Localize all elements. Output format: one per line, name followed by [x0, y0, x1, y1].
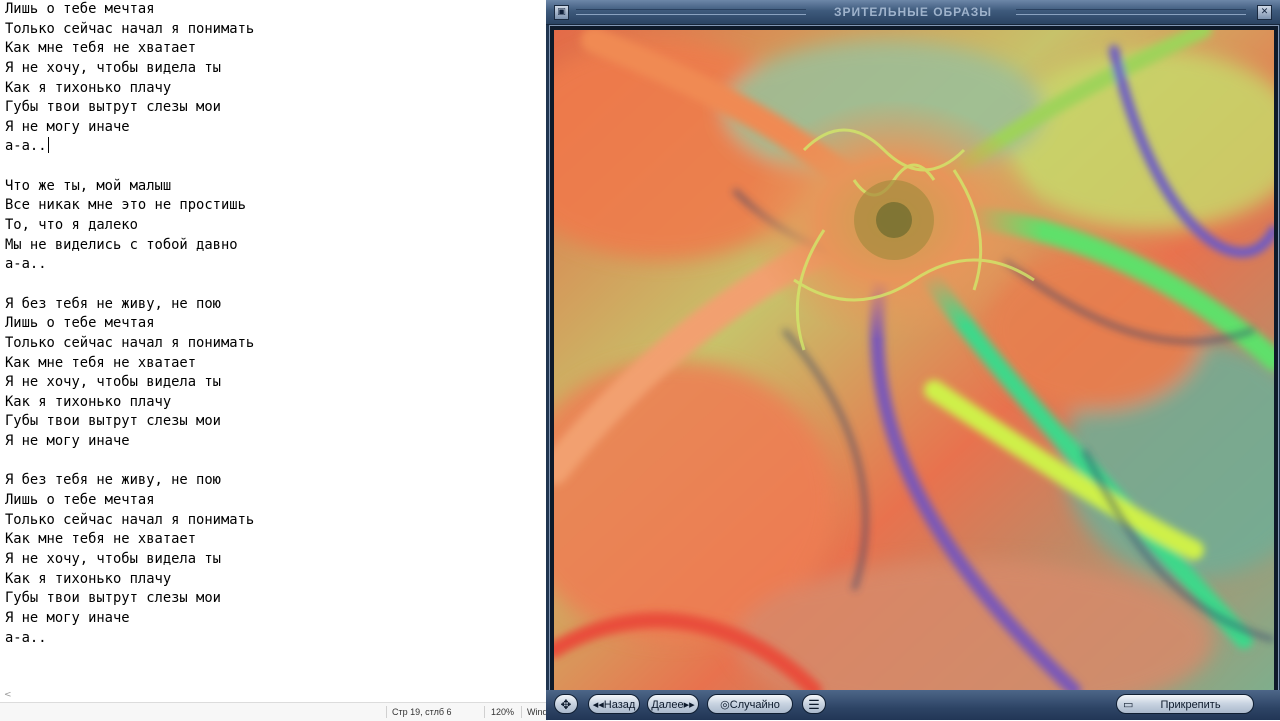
text-caret [47, 137, 49, 154]
line-ending: Wind [527, 707, 548, 717]
cursor-position: Стр 19, стлб 6 [392, 707, 452, 717]
text-line: Губы твои вытрут слезы мои [5, 99, 221, 116]
text-line: Мы не виделись с тобой давно [5, 236, 238, 253]
visualization-canvas[interactable] [554, 30, 1274, 690]
text-line [5, 275, 545, 295]
text-line: а-а.. [5, 256, 47, 273]
next-button[interactable]: Далее▸▸ [647, 694, 699, 714]
visualization-frame [549, 25, 1279, 695]
text-line: Что же ты, мой малыш [5, 177, 172, 194]
horizontal-scrollbar[interactable]: < [0, 690, 548, 700]
pin-button[interactable]: ▭ Прикрепить [1116, 694, 1254, 714]
text-line: Я не могу иначе [5, 118, 130, 135]
visualization-image [554, 30, 1274, 690]
text-line: Только сейчас начал я понимать [5, 511, 255, 528]
text-line: а-а.. [5, 629, 47, 646]
back-button[interactable]: ◂◂Назад [588, 694, 640, 714]
text-line: Губы твои вытрут слезы мои [5, 590, 221, 607]
title-bar[interactable]: ▣ ЗРИТЕЛЬНЫЕ ОБРАЗЫ ✕ [546, 0, 1280, 25]
scroll-left-icon[interactable]: < [4, 690, 12, 700]
close-icon[interactable]: ✕ [1257, 5, 1272, 20]
text-line: Только сейчас начал я понимать [5, 334, 255, 351]
status-divider [521, 706, 522, 718]
text-line: Я не хочу, чтобы видела ты [5, 374, 221, 391]
back-button-label: Назад [603, 699, 636, 711]
zoom-level: 120% [491, 707, 515, 717]
text-line: Как мне тебя не хватает [5, 354, 197, 371]
menu-icon[interactable]: ☰ [802, 694, 826, 714]
random-button[interactable]: ◎Случайно [707, 694, 793, 714]
text-line: Губы твои вытрут слезы мои [5, 413, 221, 430]
text-line: Все никак мне это не простишь [5, 197, 246, 214]
text-line: Только сейчас начал я понимать [5, 20, 255, 37]
pin-button-label: Прикрепить [1160, 699, 1221, 711]
random-icon: ◎ [720, 699, 730, 711]
status-divider [484, 706, 485, 718]
text-line: Как мне тебя не хватает [5, 531, 197, 548]
text-line: а-а.. [5, 137, 49, 155]
text-line: Как я тихонько плачу [5, 393, 172, 410]
text-line: Как я тихонько плачу [5, 79, 172, 96]
text-line: Я не хочу, чтобы видела ты [5, 59, 221, 76]
next-button-label: Далее [651, 699, 684, 711]
status-bar: Стр 19, стлб 6 120% Wind [0, 702, 548, 721]
text-line: Как мне тебя не хватает [5, 40, 197, 57]
control-bar: ✥ ◂◂Назад Далее▸▸ ◎Случайно ☰ ▭ Прикрепи… [546, 690, 1280, 720]
text-line: Я не могу иначе [5, 433, 130, 450]
text-line: Я без тебя не живу, не пою [5, 295, 221, 312]
text-line: Я не хочу, чтобы видела ты [5, 550, 221, 567]
text-line: Я не могу иначе [5, 609, 130, 626]
double-left-arrow-icon: ◂◂ [592, 699, 604, 711]
visualization-window: ▣ ЗРИТЕЛЬНЫЕ ОБРАЗЫ ✕ ✥ ◂◂Назад Далее▸▸ … [546, 0, 1280, 720]
text-line [5, 452, 545, 472]
move-icon[interactable]: ✥ [554, 694, 578, 714]
title-groove [1016, 9, 1246, 15]
text-line: Лишь о тебе мечтая [5, 492, 155, 509]
text-line: Лишь о тебе мечтая [5, 315, 155, 332]
text-line: Как я тихонько плачу [5, 570, 172, 587]
text-line: То, что я далеко [5, 217, 138, 234]
lyrics-text-area[interactable]: Лишь о тебе мечтая Только сейчас начал я … [5, 0, 545, 690]
status-divider [386, 706, 387, 718]
double-right-arrow-icon: ▸▸ [683, 699, 695, 711]
random-button-label: Случайно [729, 699, 780, 711]
pin-icon: ▭ [1123, 699, 1134, 711]
text-editor[interactable]: Лишь о тебе мечтая Только сейчас начал я … [0, 0, 548, 721]
text-line: Я без тебя не живу, не пою [5, 472, 221, 489]
text-line [5, 157, 545, 177]
text-line: Лишь о тебе мечтая [5, 1, 155, 17]
